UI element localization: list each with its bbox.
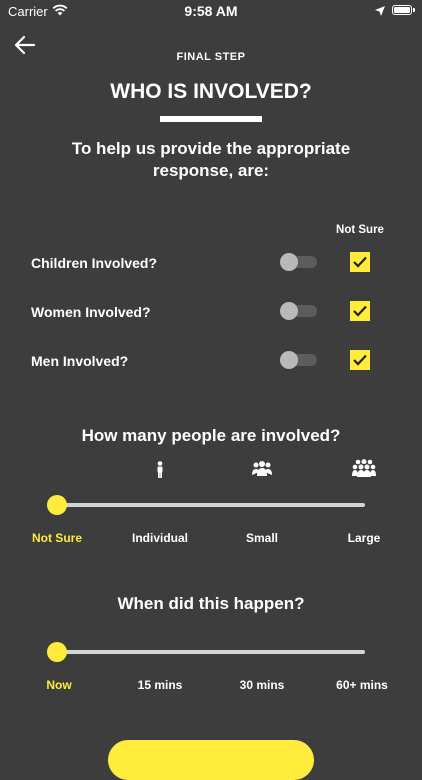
checkmark-icon bbox=[353, 354, 367, 366]
time-option-15-mins[interactable]: 15 mins bbox=[110, 678, 210, 692]
small-group-icon bbox=[252, 461, 272, 476]
continue-button[interactable] bbox=[108, 740, 314, 780]
person-icon bbox=[157, 461, 163, 478]
page-title: WHO IS INVOLVED? bbox=[110, 80, 312, 103]
slider-thumb[interactable] bbox=[47, 495, 67, 515]
step-label: FINAL STEP bbox=[176, 51, 246, 63]
women-toggle[interactable] bbox=[280, 302, 317, 320]
question-children-label: Children Involved? bbox=[31, 255, 158, 271]
checkmark-icon bbox=[353, 256, 367, 268]
children-toggle[interactable] bbox=[280, 253, 317, 271]
people-count-slider[interactable] bbox=[47, 494, 365, 516]
time-question: When did this happen? bbox=[117, 594, 305, 613]
location-arrow-icon bbox=[375, 6, 385, 16]
intro-text: To help us provide the appropriate respo… bbox=[71, 139, 351, 180]
people-question: How many people are involved? bbox=[81, 426, 341, 445]
status-bar: Carrier 9:58 AM bbox=[0, 0, 422, 22]
slider-track bbox=[57, 650, 365, 654]
title-underline bbox=[160, 116, 262, 122]
time-option-now[interactable]: Now bbox=[9, 678, 109, 692]
time-option-30-mins[interactable]: 30 mins bbox=[212, 678, 312, 692]
people-option-large[interactable]: Large bbox=[314, 531, 414, 545]
men-toggle[interactable] bbox=[280, 351, 317, 369]
time-option-60-plus-mins[interactable]: 60+ mins bbox=[312, 678, 412, 692]
people-option-not-sure[interactable]: Not Sure bbox=[7, 531, 107, 545]
people-option-small[interactable]: Small bbox=[212, 531, 312, 545]
women-not-sure-checkbox[interactable] bbox=[350, 301, 370, 321]
time-slider[interactable] bbox=[47, 641, 365, 663]
children-not-sure-checkbox[interactable] bbox=[350, 252, 370, 272]
clock: 9:58 AM bbox=[184, 3, 238, 19]
slider-thumb[interactable] bbox=[47, 642, 67, 662]
not-sure-column-header: Not Sure bbox=[336, 224, 384, 236]
slider-track bbox=[57, 503, 365, 507]
large-group-icon bbox=[352, 459, 376, 477]
battery-icon bbox=[392, 5, 412, 15]
battery-tip bbox=[413, 8, 415, 12]
men-not-sure-checkbox[interactable] bbox=[350, 350, 370, 370]
people-option-individual[interactable]: Individual bbox=[110, 531, 210, 545]
question-men-label: Men Involved? bbox=[31, 353, 129, 369]
question-women-label: Women Involved? bbox=[31, 304, 151, 320]
checkmark-icon bbox=[353, 305, 367, 317]
